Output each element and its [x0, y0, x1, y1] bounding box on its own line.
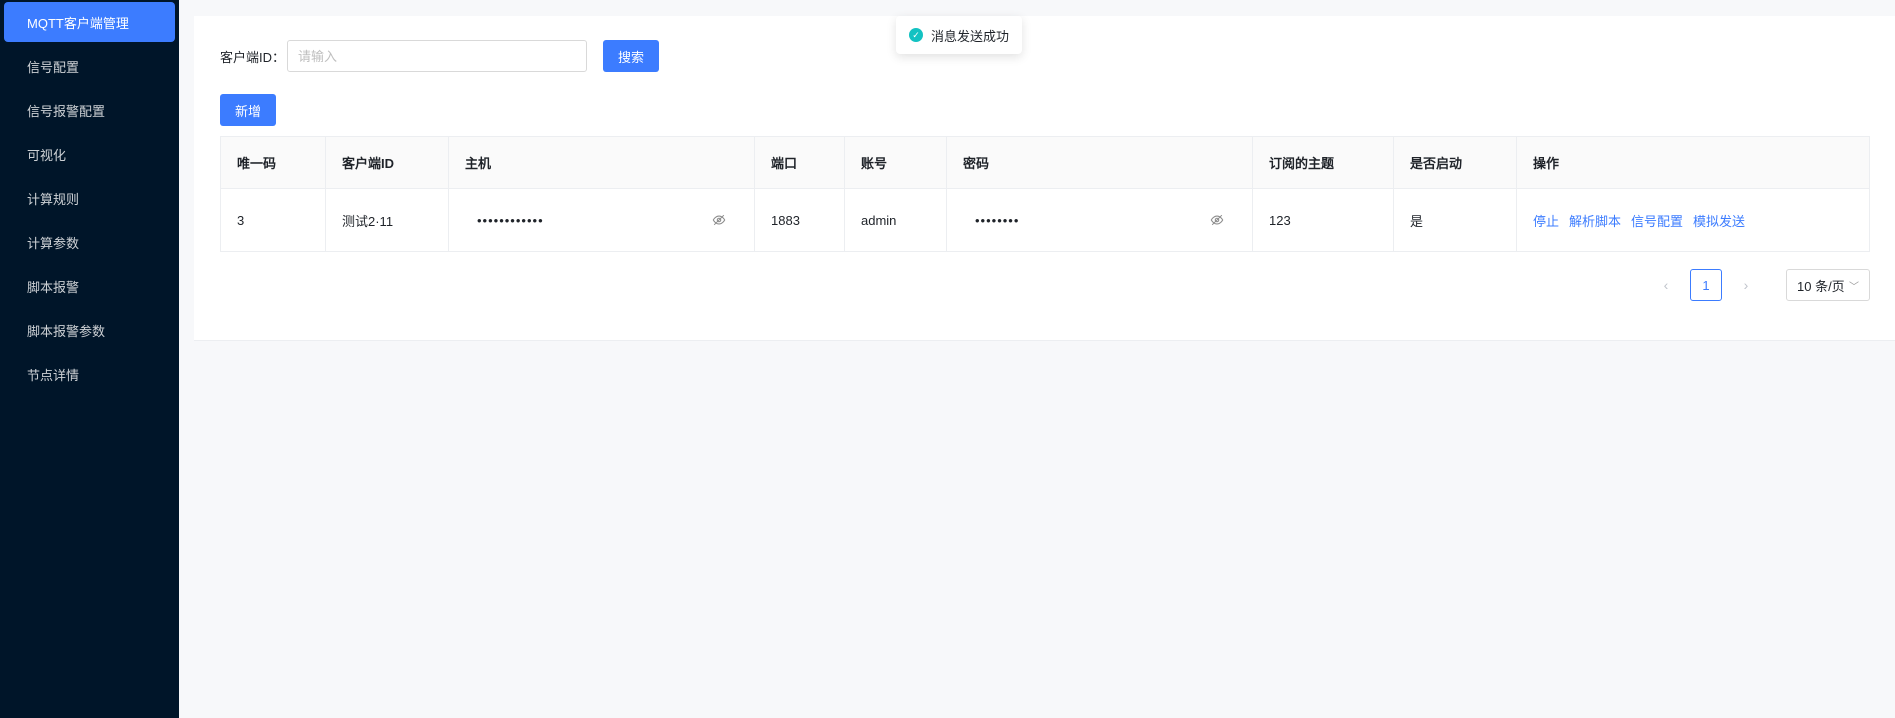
search-button[interactable]: 搜索	[603, 40, 660, 72]
eye-off-icon[interactable]	[1210, 213, 1224, 227]
cell-uid: 3	[220, 188, 326, 252]
stop-link[interactable]: 停止	[1533, 214, 1559, 229]
col-topic: 订阅的主题	[1252, 136, 1394, 189]
pagination: ‹ 1 › 10 条/页 ﹀	[1650, 269, 1870, 301]
chevron-down-icon: ﹀	[1849, 281, 1859, 293]
parse-script-link[interactable]: 解析脚本	[1569, 214, 1621, 229]
search-label: 客户端ID：	[220, 49, 286, 65]
col-host: 主机	[448, 136, 755, 189]
password-masked-value: ••••••••	[975, 212, 1020, 228]
col-uid: 唯一码	[220, 136, 326, 189]
sidebar-item-calc-params[interactable]: 计算参数	[4, 222, 175, 262]
sidebar-item-calc-rules[interactable]: 计算规则	[4, 178, 175, 218]
cell-account: admin	[844, 188, 947, 252]
sidebar-item-visualization[interactable]: 可视化	[4, 134, 175, 174]
check-circle-icon: ✓	[909, 28, 923, 42]
sidebar: MQTT客户端管理 信号配置 信号报警配置 可视化 计算规则 计算参数 脚本报警…	[0, 0, 179, 718]
col-enabled: 是否启动	[1393, 136, 1517, 189]
sidebar-item-script-alarm-params[interactable]: 脚本报警参数	[4, 310, 175, 350]
add-button[interactable]: 新增	[220, 94, 277, 126]
client-table: 唯一码 客户端ID 主机 端口 账号 密码 订阅的主题 是否启动 操作 3 测试…	[220, 136, 1870, 252]
page-number-current[interactable]: 1	[1690, 269, 1722, 301]
content-card: 客户端ID： 搜索 新增 唯一码 客户端ID 主机 端口 账号 密码 订阅的主题…	[194, 16, 1895, 341]
col-actions: 操作	[1516, 136, 1870, 189]
col-password: 密码	[946, 136, 1253, 189]
chevron-right-icon[interactable]: ›	[1730, 269, 1762, 301]
client-id-search-input[interactable]	[287, 40, 588, 72]
sidebar-item-signal-alarm-config[interactable]: 信号报警配置	[4, 90, 175, 130]
host-masked-value: ••••••••••••	[477, 212, 544, 228]
sidebar-item-mqtt-client[interactable]: MQTT客户端管理	[4, 2, 175, 42]
cell-password: ••••••••	[946, 188, 1253, 252]
col-client-id: 客户端ID	[325, 136, 449, 189]
sidebar-item-node-details[interactable]: 节点详情	[4, 354, 175, 394]
sidebar-item-signal-config[interactable]: 信号配置	[4, 46, 175, 86]
search-bar: 客户端ID： 搜索	[220, 40, 660, 72]
chevron-left-icon[interactable]: ‹	[1650, 269, 1682, 301]
page-size-value: 10 条/页	[1797, 278, 1845, 294]
cell-client-id: 测试2·11	[325, 188, 449, 252]
page-size-select[interactable]: 10 条/页 ﹀	[1786, 269, 1870, 301]
col-port: 端口	[754, 136, 845, 189]
cell-topic: 123	[1252, 188, 1394, 252]
table-header-row: 唯一码 客户端ID 主机 端口 账号 密码 订阅的主题 是否启动 操作	[220, 136, 1870, 189]
signal-config-link[interactable]: 信号配置	[1631, 214, 1683, 229]
cell-actions: 停止 解析脚本 信号配置 模拟发送	[1517, 189, 1870, 252]
table-row: 3 测试2·11 •••••••••••• 1883 admin •••••••…	[220, 188, 1870, 252]
success-toast: ✓ 消息发送成功	[896, 16, 1023, 54]
sidebar-item-script-alarm[interactable]: 脚本报警	[4, 266, 175, 306]
eye-off-icon[interactable]	[712, 213, 726, 227]
cell-host: ••••••••••••	[448, 188, 755, 252]
toast-message: 消息发送成功	[931, 28, 1010, 44]
col-account: 账号	[844, 136, 947, 189]
cell-enabled: 是	[1393, 188, 1517, 252]
simulate-send-link[interactable]: 模拟发送	[1693, 214, 1745, 229]
cell-port: 1883	[754, 188, 845, 252]
